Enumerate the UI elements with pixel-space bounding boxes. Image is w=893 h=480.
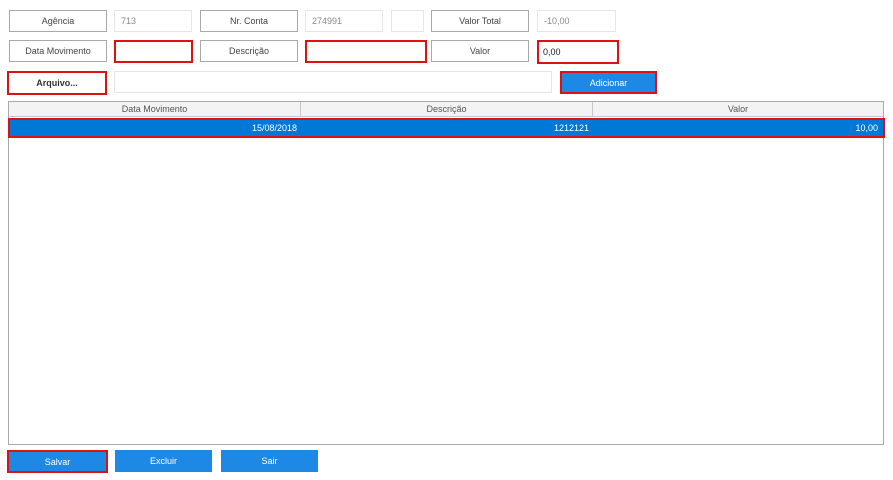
sair-button-label: Sair <box>261 456 278 466</box>
valor-input[interactable] <box>537 40 619 64</box>
table-row[interactable]: 15/08/2018 1212121 10,00 <box>8 118 885 138</box>
conta-label: Nr. Conta <box>200 10 298 32</box>
column-header-descricao[interactable]: Descrição <box>301 102 593 117</box>
valor-label: Valor <box>431 40 529 62</box>
agencia-label: Agência <box>9 10 107 32</box>
column-header-data-movimento[interactable]: Data Movimento <box>9 102 301 117</box>
descricao-label: Descrição <box>200 40 298 62</box>
arquivo-path-field[interactable] <box>114 71 552 93</box>
valor-total-field: -10,00 <box>537 10 616 32</box>
salvar-button-label: Salvar <box>44 456 71 467</box>
movimentos-grid[interactable]: Data Movimento Descrição Valor 15/08/201… <box>8 101 885 445</box>
excluir-button[interactable]: Excluir <box>115 450 212 472</box>
salvar-button[interactable]: Salvar <box>7 450 108 473</box>
column-header-valor[interactable]: Valor <box>593 102 883 117</box>
conta-digit-field <box>391 10 424 32</box>
cell-valor: 10,00 <box>855 123 878 133</box>
adicionar-button[interactable]: Adicionar <box>560 71 657 94</box>
cell-data-movimento: 15/08/2018 <box>251 123 297 133</box>
cell-descricao: 1212121 <box>553 123 589 133</box>
descricao-input[interactable] <box>305 40 427 63</box>
excluir-button-label: Excluir <box>149 456 177 466</box>
data-movimento-label: Data Movimento <box>9 40 107 62</box>
conta-field: 274991 <box>305 10 383 32</box>
sair-button[interactable]: Sair <box>221 450 318 472</box>
valor-total-label: Valor Total <box>431 10 529 32</box>
arquivo-button-label: Arquivo... <box>36 78 78 88</box>
agencia-field: 713 <box>114 10 192 32</box>
data-movimento-input[interactable] <box>114 40 193 63</box>
arquivo-button[interactable]: Arquivo... <box>7 71 107 95</box>
adicionar-button-label: Adicionar <box>589 77 628 88</box>
